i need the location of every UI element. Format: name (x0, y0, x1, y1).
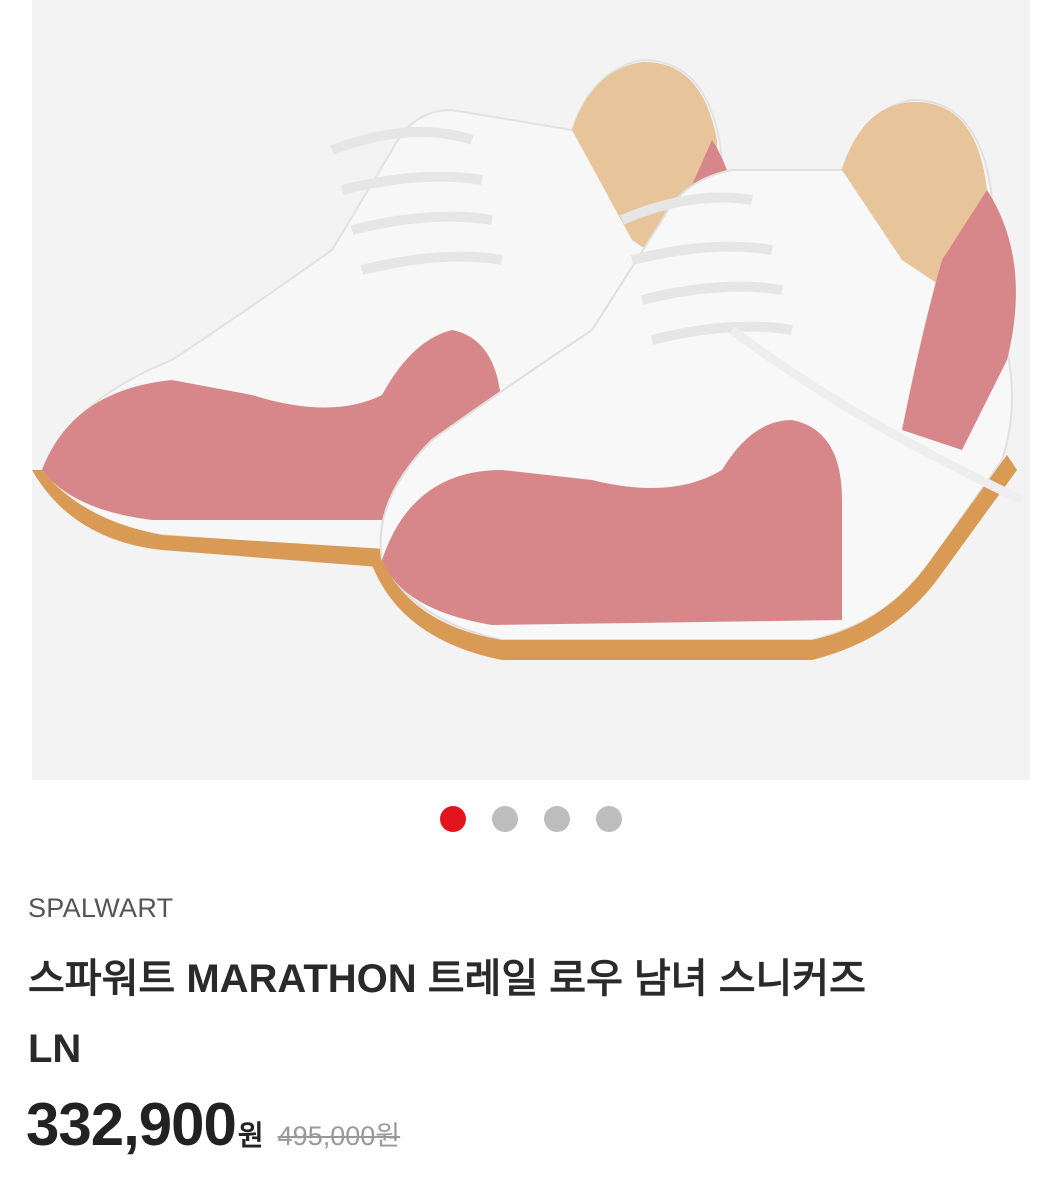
product-title-line-1: 스파워트 MARATHON 트레일 로우 남녀 스니커즈 (28, 957, 866, 1001)
carousel-pagination (0, 806, 1062, 832)
sale-price-unit: 원 (237, 1120, 264, 1151)
original-price-unit: 원 (375, 1121, 401, 1151)
original-price: 495,000 (277, 1121, 376, 1151)
brand-name[interactable]: SPALWART (28, 893, 173, 924)
product-title: 스파워트 MARATHON 트레일 로우 남녀 스니커즈 LN (28, 944, 1018, 1084)
product-image-gallery[interactable] (32, 0, 1030, 780)
carousel-dot-1[interactable] (440, 806, 466, 832)
carousel-dot-2[interactable] (492, 806, 518, 832)
product-title-line-2: LN (28, 1027, 82, 1071)
product-photo (32, 0, 1030, 780)
carousel-dot-4[interactable] (596, 806, 622, 832)
sale-price: 332,900 (26, 1091, 237, 1158)
carousel-dot-3[interactable] (544, 806, 570, 832)
price-row: 332,900 원 495,000 원 (26, 1090, 400, 1159)
